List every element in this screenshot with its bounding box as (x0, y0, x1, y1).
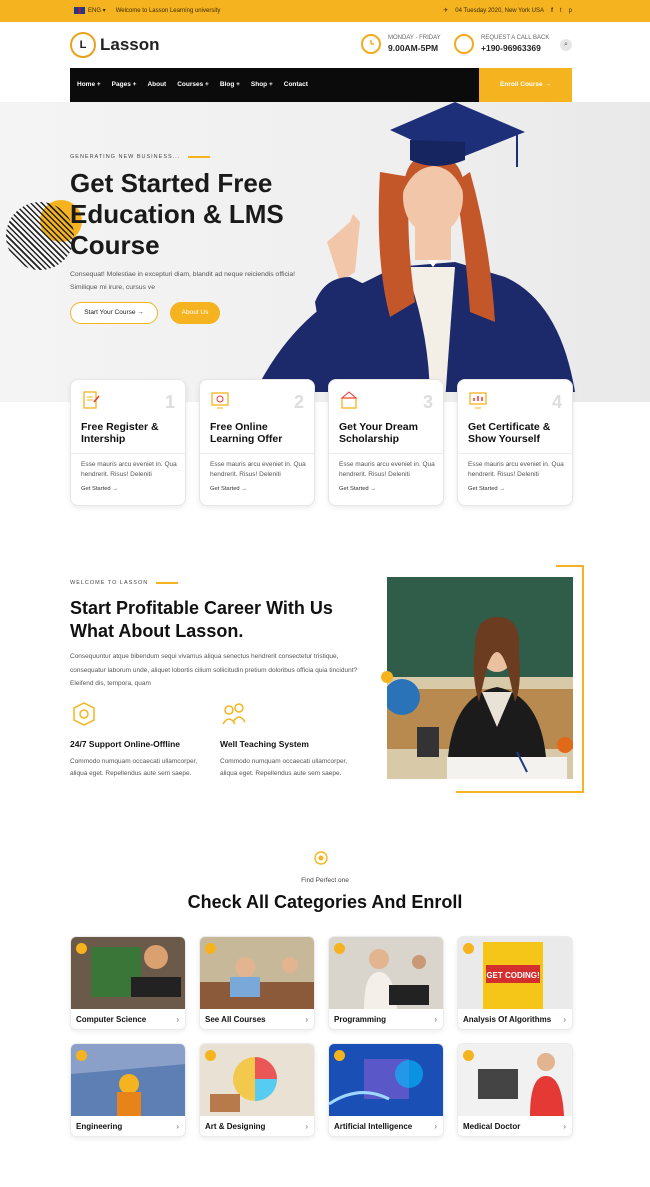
arrow-right-icon[interactable]: › (563, 1015, 566, 1024)
about-eyebrow: WELCOME TO LASSON (70, 580, 179, 586)
certificate-icon (469, 392, 487, 409)
hero-eyebrow: GENERATING NEW BUSINESS... (70, 154, 211, 160)
language-selector[interactable]: ENG ▾ (74, 7, 106, 14)
clock-icon (361, 34, 381, 54)
svg-text:GET CODING!: GET CODING! (486, 971, 539, 980)
category-image (329, 1044, 443, 1116)
search-icon[interactable]: ⌕ (560, 39, 572, 51)
uk-flag-icon (74, 7, 85, 14)
get-started-link[interactable]: Get Started → (210, 486, 247, 492)
nav-item-about[interactable]: About (147, 81, 166, 88)
step-text: Esse mauris arcu eveniet in. Qua hendrer… (339, 461, 435, 478)
categories-eyebrow: Find Perfect one (301, 877, 349, 884)
arrow-right-icon[interactable]: › (176, 1015, 179, 1024)
welcome-text: Welcome to Lasson Learning university (115, 7, 221, 14)
arrow-right-icon[interactable]: › (434, 1015, 437, 1024)
step-title: Free Register & Intership (81, 421, 159, 445)
category-image (329, 937, 443, 1009)
get-started-link[interactable]: Get Started → (339, 486, 376, 492)
teaching-users-icon (222, 703, 246, 725)
category-card[interactable]: Medical Doctor › (457, 1043, 573, 1137)
arrow-right-icon[interactable]: › (176, 1122, 179, 1131)
category-image (200, 937, 314, 1009)
about-title: Start Profitable Career With Us What Abo… (70, 598, 333, 641)
nav-item-contact[interactable]: Contact (284, 81, 308, 88)
logo-text: Lasson (100, 35, 160, 54)
get-started-link[interactable]: Get Started → (81, 486, 118, 492)
step-text: Esse mauris arcu eveniet in. Qua hendrer… (210, 461, 306, 478)
feature-support: 24/7 Support Online-Offline Commodo numq… (70, 700, 210, 780)
nav-item-courses[interactable]: Courses + (177, 81, 209, 88)
facebook-icon[interactable]: f (551, 8, 553, 14)
main-nav: Home + Pages + About Courses + Blog + Sh… (70, 68, 572, 102)
logo[interactable]: L Lasson (70, 32, 160, 58)
step-card[interactable]: 4 Get Certificate & Show Yourself Esse m… (457, 379, 573, 506)
logo-mark-icon: L (70, 32, 96, 58)
decor-striped-circle (6, 202, 74, 270)
start-course-button[interactable]: Start Your Course → (70, 302, 158, 324)
category-card[interactable]: Art & Designing › (199, 1043, 315, 1137)
scholarship-icon (340, 391, 358, 409)
feature-teaching: Well Teaching System Commodo numquam occ… (220, 700, 360, 780)
nav-item-home[interactable]: Home + (77, 81, 101, 88)
category-image (71, 1044, 185, 1116)
step-title: Get Certificate & Show Yourself (468, 421, 551, 445)
top-bar: ENG ▾ Welcome to Lasson Learning univers… (0, 0, 650, 22)
play-video-icon[interactable] (381, 671, 393, 683)
arrow-right-icon[interactable]: › (563, 1122, 566, 1131)
online-offer-icon (211, 392, 229, 409)
category-image (200, 1044, 314, 1116)
working-hours: MONDAY - FRIDAY 9.00AM-5PM (361, 34, 441, 54)
step-card[interactable]: 2 Free Online Learning Offer Esse mauris… (199, 379, 315, 506)
date-location: 04 Tuesday 2020, New York USA (455, 7, 544, 14)
headset-icon (454, 34, 474, 54)
nav-item-blog[interactable]: Blog + (220, 81, 240, 88)
teacher-photo (387, 577, 573, 779)
step-title: Get Your Dream Scholarship (339, 421, 418, 445)
category-card[interactable]: Programming › (328, 936, 444, 1030)
arrow-right-icon[interactable]: › (305, 1015, 308, 1024)
step-text: Esse mauris arcu eveniet in. Qua hendrer… (81, 461, 177, 478)
arrow-right-icon[interactable]: › (305, 1122, 308, 1131)
nav-item-shop[interactable]: Shop + (251, 81, 273, 88)
step-card[interactable]: 1 Free Register & Intership Esse mauris … (70, 379, 186, 506)
category-card[interactable]: Artificial Intelligence › (328, 1043, 444, 1137)
category-image (71, 937, 185, 1009)
about-text: Consequuntur atque bibendum sequi vivamu… (70, 653, 358, 687)
category-card[interactable]: Computer Science › (70, 936, 186, 1030)
register-form-icon (83, 391, 100, 409)
hero-section: GENERATING NEW BUSINESS... Get Started F… (0, 102, 650, 402)
category-image: GET CODING! (458, 937, 572, 1009)
twitter-icon[interactable]: t (560, 8, 562, 14)
categories-title: Check All Categories And Enroll (187, 892, 463, 912)
target-icon (314, 851, 328, 865)
about-us-button[interactable]: About Us (170, 302, 220, 324)
step-text: Esse mauris arcu eveniet in. Qua hendrer… (468, 461, 564, 478)
graduate-student-image (255, 102, 575, 402)
category-card[interactable]: GET CODING! Analysis Of Algorithms › (457, 936, 573, 1030)
category-card[interactable]: See All Courses › (199, 936, 315, 1030)
call-back[interactable]: REQUEST A CALL BACK +190-96963369 (454, 34, 549, 54)
get-started-link[interactable]: Get Started → (468, 486, 505, 492)
arrow-right-icon[interactable]: › (434, 1122, 437, 1131)
category-image (458, 1044, 572, 1116)
step-card[interactable]: 3 Get Your Dream Scholarship Esse mauris… (328, 379, 444, 506)
enroll-course-button[interactable]: Enroll Course → (479, 68, 572, 102)
support-handshake-icon (73, 702, 95, 726)
pinterest-icon[interactable]: p (569, 8, 572, 14)
step-title: Free Online Learning Offer (210, 421, 283, 445)
nav-item-pages[interactable]: Pages + (112, 81, 137, 88)
location-icon: ✈ (443, 8, 449, 14)
category-card[interactable]: Engineering › (70, 1043, 186, 1137)
header: L Lasson MONDAY - FRIDAY 9.00AM-5PM REQUE… (0, 22, 650, 68)
